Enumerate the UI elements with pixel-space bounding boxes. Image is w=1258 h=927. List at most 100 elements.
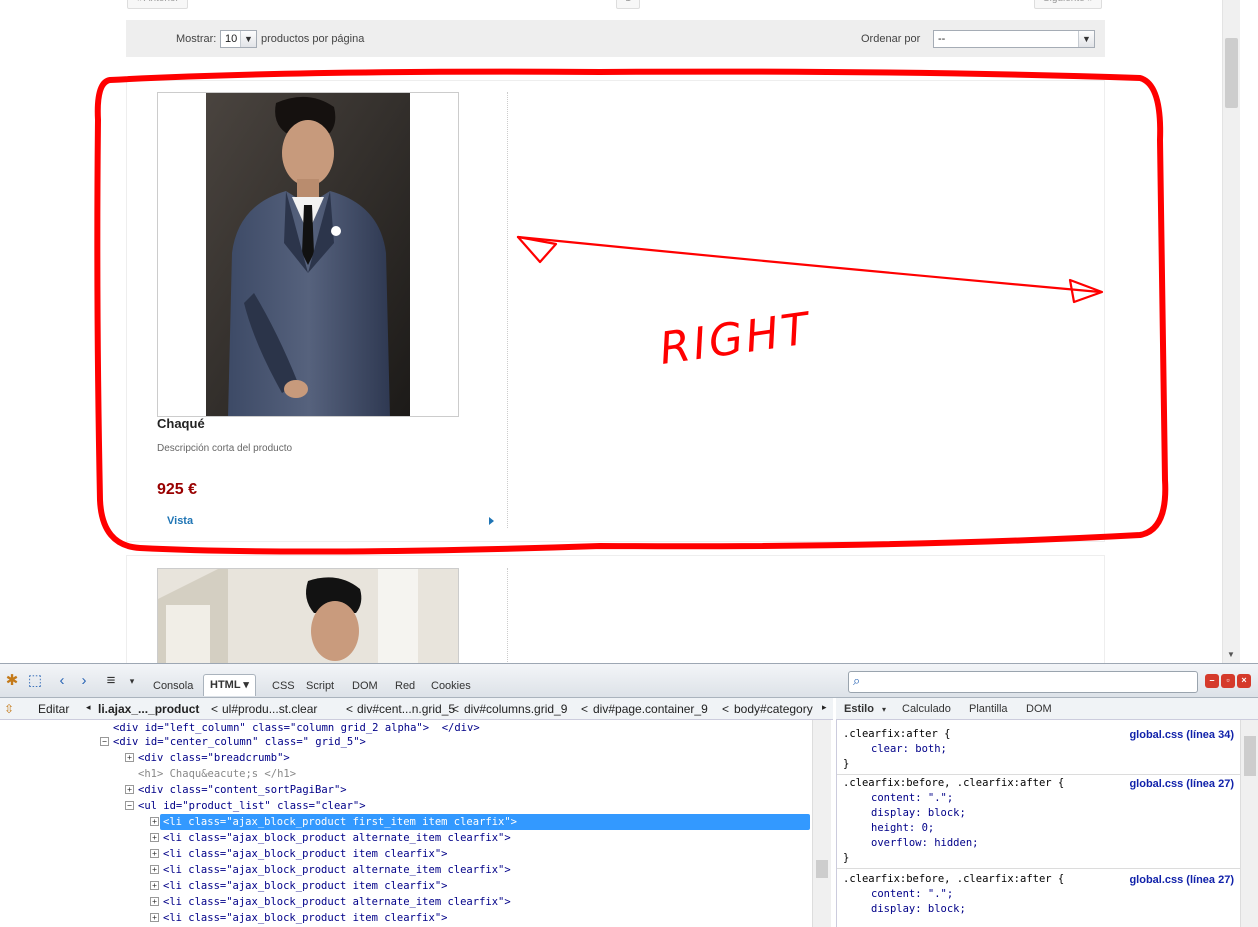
page-number[interactable]: 1 (616, 0, 640, 9)
prev-page-button[interactable]: « Anterior (127, 0, 188, 9)
tab-computed[interactable]: Calculado (902, 703, 951, 715)
chevron-down-icon[interactable]: ▾ (882, 705, 886, 714)
per-page-select[interactable]: 10 ▼ (220, 30, 257, 48)
view-product-link[interactable]: Vista (167, 515, 193, 527)
css-selector: .clearfix:before, .clearfix:after { (843, 873, 1065, 885)
breadcrumb: ⇳ Editar ◂ li.ajax_..._product < ul#prod… (0, 698, 833, 720)
order-by-select[interactable]: -- ▼ (933, 30, 1095, 48)
edit-button[interactable]: Editar (38, 702, 69, 716)
product-price: 925 € (157, 481, 198, 498)
breadcrumb-sep: < (452, 702, 460, 716)
css-property[interactable]: content: "."; (843, 887, 1064, 902)
menu-icon[interactable]: ≡ (101, 672, 121, 690)
detach-icon[interactable]: ▫ (1221, 674, 1235, 688)
css-property[interactable]: display: block; (843, 902, 1064, 917)
breadcrumb-sep: < (211, 702, 219, 716)
html-node[interactable]: <div class="breadcrumb"> (138, 750, 290, 766)
html-node[interactable]: <h1> Chaqu&eacute;s </h1> (138, 766, 296, 782)
tab-layout[interactable]: Plantilla (969, 703, 1008, 715)
html-node[interactable]: <li class="ajax_block_product item clear… (163, 910, 447, 926)
chevron-right-icon[interactable]: ▸ (822, 702, 827, 713)
node-text: <div class="breadcrumb"> (138, 752, 290, 764)
html-node[interactable]: <li class="ajax_block_product alternate_… (163, 830, 511, 846)
product-name[interactable]: Chaqué (157, 416, 205, 431)
tab-console[interactable]: Consola (147, 676, 199, 698)
css-rule[interactable]: .clearfix:before, .clearfix:after { conte… (843, 872, 1064, 917)
scroll-down-icon[interactable]: ▼ (1227, 650, 1235, 659)
css-source-link[interactable]: global.css (línea 34) (1129, 729, 1234, 741)
tab-script[interactable]: Script (300, 676, 340, 698)
element-icon[interactable]: ⇳ (4, 702, 14, 716)
html-scrollbar[interactable] (812, 720, 831, 927)
tab-html[interactable]: HTML ▾ (203, 674, 256, 696)
firebug-panel: ✱ ⬚ ‹ › ≡ ▾ Consola HTML ▾ CSS Script DO… (0, 663, 1258, 927)
tab-cookies[interactable]: Cookies (425, 676, 477, 698)
back-icon[interactable]: ‹ (52, 672, 72, 690)
expand-icon[interactable]: + (150, 897, 159, 906)
expand-icon[interactable]: + (125, 753, 134, 762)
chevron-down-icon[interactable]: ▾ (125, 672, 139, 690)
scrollbar-thumb[interactable] (816, 860, 828, 878)
suit-photo (158, 569, 458, 663)
inspect-icon[interactable]: ⬚ (25, 672, 45, 690)
css-property[interactable]: clear: both; (843, 742, 950, 757)
expand-icon[interactable]: + (150, 865, 159, 874)
order-by-value: -- (938, 33, 946, 45)
breadcrumb-item[interactable]: body#category (734, 702, 820, 716)
tab-css[interactable]: CSS (266, 676, 301, 698)
chevron-left-icon[interactable]: ◂ (86, 702, 91, 713)
collapse-icon[interactable]: − (100, 737, 109, 746)
html-node-selected[interactable]: <li class="ajax_block_product first_item… (160, 814, 810, 830)
search-input[interactable]: ⌕ (848, 671, 1198, 693)
web-page: « Anterior 1 Siguiente » Mostrar: 10 ▼ p… (0, 0, 1240, 663)
css-source-link[interactable]: global.css (línea 27) (1129, 778, 1234, 790)
tab-html-label: HTML (210, 679, 241, 691)
close-icon[interactable]: × (1237, 674, 1251, 688)
expand-icon[interactable]: + (150, 913, 159, 922)
expand-icon[interactable]: + (150, 881, 159, 890)
arrow-right-icon[interactable] (489, 517, 494, 525)
html-node[interactable]: <li class="ajax_block_product alternate_… (163, 862, 511, 878)
html-node[interactable]: <li class="ajax_block_product item clear… (163, 878, 447, 894)
expand-icon[interactable]: + (125, 785, 134, 794)
tab-net[interactable]: Red (389, 676, 421, 698)
breadcrumb-item[interactable]: div#page.container_9 (593, 702, 708, 716)
breadcrumb-item[interactable]: div#columns.grid_9 (464, 702, 567, 716)
tab-dom[interactable]: DOM (346, 676, 384, 698)
firebug-icon[interactable]: ✱ (2, 672, 22, 690)
html-node[interactable]: <ul id="product_list" class="clear"> (138, 798, 366, 814)
css-property[interactable]: height: 0; (843, 821, 1064, 836)
html-node[interactable]: <div class="content_sortPagiBar"> (138, 782, 347, 798)
tab-side-dom[interactable]: DOM (1026, 703, 1052, 715)
css-property[interactable]: overflow: hidden; (843, 836, 1064, 851)
tab-style[interactable]: Estilo (844, 703, 874, 715)
order-by-label: Ordenar por (861, 33, 921, 45)
next-page-button[interactable]: Siguiente » (1034, 0, 1103, 9)
scrollbar-thumb[interactable] (1244, 736, 1256, 776)
node-text: <li class="ajax_block_product item clear… (163, 880, 448, 892)
html-node[interactable]: <li class="ajax_block_product alternate_… (163, 894, 511, 910)
product-image[interactable] (157, 92, 459, 417)
product-image[interactable] (157, 568, 459, 663)
css-rule[interactable]: .clearfix:after {clear: both;} (843, 727, 950, 772)
forward-icon[interactable]: › (74, 672, 94, 690)
breadcrumb-item[interactable]: ul#produ...st.clear (222, 702, 317, 716)
html-node[interactable]: <div id="center_column" class=" grid_5"> (113, 734, 366, 750)
scrollbar-thumb[interactable] (1225, 38, 1238, 108)
css-rule[interactable]: .clearfix:before, .clearfix:after {conte… (843, 776, 1064, 866)
page-scrollbar[interactable]: ▼ (1222, 0, 1240, 663)
css-source-link[interactable]: global.css (línea 27) (1129, 874, 1234, 886)
collapse-icon[interactable]: − (125, 801, 134, 810)
breadcrumb-sep: < (581, 702, 589, 716)
css-property[interactable]: content: "."; (843, 791, 1064, 806)
breadcrumb-item[interactable]: div#cent...n.grid_5 (357, 702, 455, 716)
expand-icon[interactable]: + (150, 849, 159, 858)
expand-icon[interactable]: + (150, 817, 159, 826)
minimize-icon[interactable]: – (1205, 674, 1219, 688)
html-tree: <div id="left_column" class="column grid… (0, 720, 812, 927)
style-scrollbar[interactable] (1240, 720, 1258, 927)
html-node[interactable]: <li class="ajax_block_product item clear… (163, 846, 447, 862)
css-property[interactable]: display: block; (843, 806, 1064, 821)
breadcrumb-item[interactable]: li.ajax_..._product (98, 702, 199, 716)
expand-icon[interactable]: + (150, 833, 159, 842)
